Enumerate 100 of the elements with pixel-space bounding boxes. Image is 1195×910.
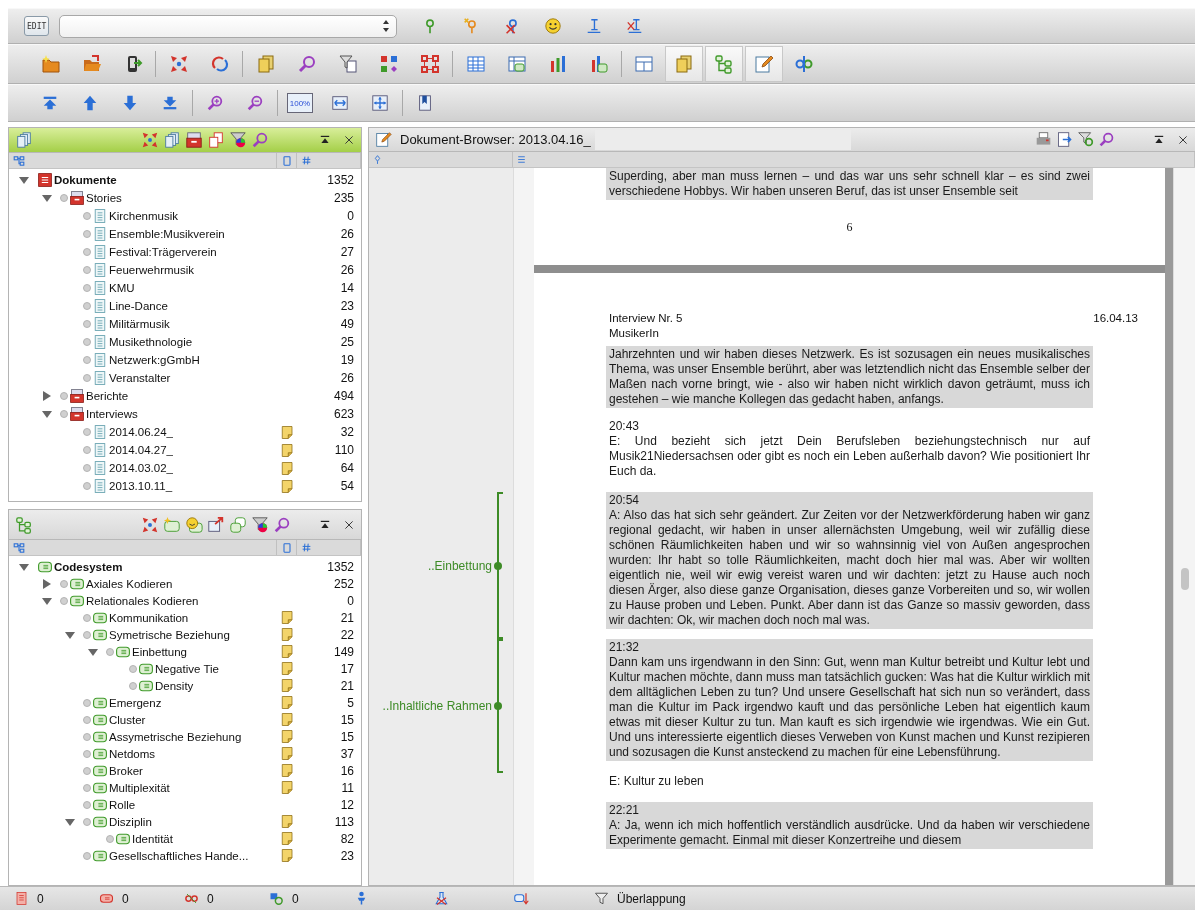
memo-icon[interactable] bbox=[279, 695, 295, 710]
caret-icon[interactable] bbox=[42, 193, 52, 203]
coding-label[interactable]: ..Einbettung bbox=[427, 558, 492, 573]
drawer-icon[interactable] bbox=[185, 131, 203, 149]
search-icon[interactable] bbox=[251, 131, 269, 149]
tree-item-label[interactable]: Veranstalter bbox=[109, 372, 277, 384]
arrow-down-icon[interactable] bbox=[121, 94, 139, 112]
tree-item-label[interactable]: Emergenz bbox=[109, 696, 277, 709]
activation-dot[interactable] bbox=[60, 194, 68, 202]
activation-dot[interactable] bbox=[83, 212, 91, 220]
tree-item-label[interactable]: Einbettung bbox=[132, 645, 277, 658]
memo-icon[interactable] bbox=[279, 763, 295, 778]
search-icon[interactable] bbox=[273, 515, 291, 534]
document-page-icon[interactable] bbox=[14, 891, 29, 906]
memo-icon[interactable] bbox=[279, 848, 295, 863]
search-icon[interactable] bbox=[296, 54, 317, 74]
edit-mode-button[interactable]: EDIT bbox=[24, 16, 50, 36]
memo-icon[interactable] bbox=[279, 712, 295, 727]
caret-icon[interactable] bbox=[42, 578, 52, 589]
printer-icon[interactable] bbox=[1035, 131, 1052, 148]
text-cursor-cross-icon[interactable] bbox=[625, 17, 644, 35]
tree-item-label[interactable]: Netdoms bbox=[109, 747, 277, 760]
tag-export-icon[interactable] bbox=[207, 515, 225, 534]
tree-item-label[interactable]: Broker bbox=[109, 764, 277, 777]
cross-arrows-icon[interactable] bbox=[141, 515, 159, 534]
memo-icon[interactable] bbox=[279, 780, 295, 795]
folder-star-icon[interactable] bbox=[40, 54, 61, 74]
memo-icon[interactable] bbox=[279, 831, 295, 846]
arrow-bottom-icon[interactable] bbox=[161, 94, 179, 112]
activation-dot[interactable] bbox=[83, 630, 91, 639]
tree-item-label[interactable]: 2014.04.27_ bbox=[109, 444, 277, 456]
activation-dot[interactable] bbox=[83, 284, 91, 292]
table-tag-icon[interactable] bbox=[506, 54, 527, 74]
tree-item-label[interactable]: Stories bbox=[86, 192, 277, 204]
tree-item-label[interactable]: Dokumente bbox=[54, 174, 277, 186]
coding-bracket[interactable] bbox=[494, 492, 503, 639]
caret-icon[interactable] bbox=[65, 816, 75, 827]
tree-icon[interactable] bbox=[15, 515, 33, 534]
activation-dot[interactable] bbox=[60, 392, 68, 400]
fit-width-icon[interactable] bbox=[331, 94, 349, 112]
page-pair-icon[interactable] bbox=[207, 131, 225, 149]
memo-icon[interactable] bbox=[279, 442, 295, 458]
nodes-mixed-icon[interactable] bbox=[378, 54, 399, 74]
tree-item-label[interactable]: KMU bbox=[109, 282, 277, 294]
page-export-icon[interactable] bbox=[1056, 131, 1073, 148]
tree-item-label[interactable]: Codesystem bbox=[54, 560, 277, 573]
activation-dot[interactable] bbox=[60, 579, 68, 588]
tree-item-label[interactable]: 2013.10.11_ bbox=[109, 480, 277, 492]
activation-dot[interactable] bbox=[83, 230, 91, 238]
hierarchy-icon[interactable] bbox=[13, 541, 25, 554]
memo-icon[interactable] bbox=[279, 627, 295, 642]
tree-item-label[interactable]: Ensemble:Musikverein bbox=[109, 228, 277, 240]
tree-item-label[interactable]: Line-Dance bbox=[109, 300, 277, 312]
tree-item-label[interactable]: Relationales Kodieren bbox=[86, 594, 277, 607]
bookmark-icon[interactable] bbox=[416, 94, 434, 112]
tag-down-icon[interactable] bbox=[514, 891, 529, 906]
activation-dot[interactable] bbox=[83, 446, 91, 454]
tree-item-label[interactable]: Cluster bbox=[109, 713, 277, 726]
code-tag-icon[interactable] bbox=[99, 891, 114, 906]
search-icon[interactable] bbox=[1098, 131, 1115, 148]
caret-icon[interactable] bbox=[88, 646, 98, 657]
arrow-up-icon[interactable] bbox=[81, 94, 99, 112]
close-icon[interactable] bbox=[343, 518, 355, 531]
caret-icon[interactable] bbox=[65, 629, 75, 640]
memo-icon[interactable] bbox=[279, 661, 295, 676]
activation-dot[interactable] bbox=[83, 374, 91, 382]
activation-dot[interactable] bbox=[83, 482, 91, 490]
grid-nodes-icon[interactable] bbox=[419, 54, 440, 74]
pages-icon[interactable] bbox=[674, 54, 694, 74]
activation-dot[interactable] bbox=[83, 783, 91, 792]
activation-dot[interactable] bbox=[83, 766, 91, 775]
tree-item-label[interactable]: Kommunikation bbox=[109, 611, 277, 624]
activation-dot[interactable] bbox=[83, 428, 91, 436]
funnel-color-icon[interactable] bbox=[229, 131, 247, 149]
tree-item-label[interactable]: Rolle bbox=[109, 798, 277, 811]
links-icon[interactable] bbox=[184, 891, 199, 906]
activation-dot[interactable] bbox=[83, 698, 91, 707]
tree-item-label[interactable]: Symetrische Beziehung bbox=[109, 628, 277, 641]
hash-icon[interactable] bbox=[301, 542, 312, 553]
memo-column-icon[interactable] bbox=[281, 541, 293, 554]
arrow-top-icon[interactable] bbox=[41, 94, 59, 112]
caret-icon[interactable] bbox=[42, 409, 52, 419]
activation-dot[interactable] bbox=[83, 356, 91, 364]
zoom-reset-button[interactable]: 100% bbox=[286, 93, 314, 113]
tree-item-label[interactable]: Kirchenmusik bbox=[109, 210, 277, 222]
coding-bracket[interactable] bbox=[494, 639, 503, 773]
memo-icon[interactable] bbox=[279, 746, 295, 761]
zoom-in-icon[interactable] bbox=[206, 94, 224, 112]
diamond-pin-icon[interactable] bbox=[372, 154, 383, 165]
tag-smiley-icon[interactable] bbox=[185, 515, 203, 534]
activation-dot[interactable] bbox=[83, 817, 91, 826]
tree-item-label[interactable]: Disziplin bbox=[109, 815, 277, 828]
activation-dot[interactable] bbox=[83, 613, 91, 622]
tree-item-label[interactable]: Berichte bbox=[86, 390, 277, 402]
tree-item-label[interactable]: Musikethnologie bbox=[109, 336, 277, 348]
tree-item-label[interactable]: Feuerwehrmusik bbox=[109, 264, 277, 276]
memo-icon[interactable] bbox=[279, 424, 295, 440]
smiley-icon[interactable] bbox=[543, 17, 562, 35]
folder-open-icon[interactable] bbox=[81, 54, 102, 74]
activation-dot[interactable] bbox=[83, 266, 91, 274]
